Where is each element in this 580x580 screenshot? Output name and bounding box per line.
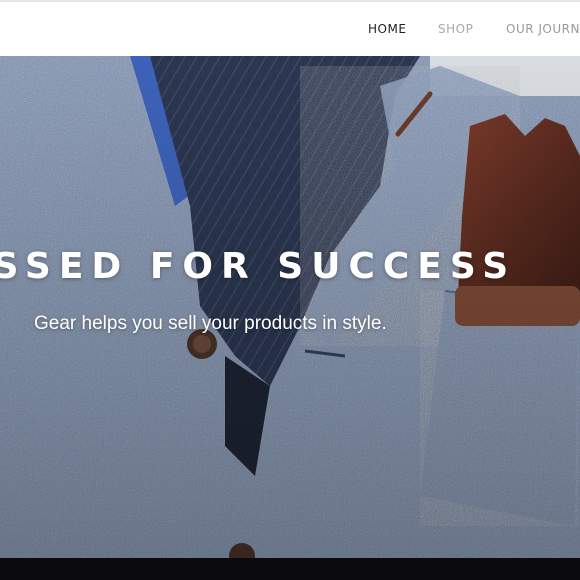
bottom-bar (0, 558, 580, 580)
hero-banner: ESSED FOR SUCCESS Gear helps you sell yo… (0, 56, 580, 558)
nav-shop-link[interactable]: SHOP (438, 22, 473, 36)
hero-title: ESSED FOR SUCCESS (0, 246, 517, 287)
site-header: HOME SHOP OUR JOURNAL (0, 0, 580, 56)
nav-home-link[interactable]: HOME (368, 22, 406, 36)
nav-journal-link[interactable]: OUR JOURNAL (506, 22, 580, 36)
page: HOME SHOP OUR JOURNAL (0, 0, 580, 580)
hero-subtitle: Gear helps you sell your products in sty… (34, 313, 387, 334)
hero-image (0, 56, 580, 558)
